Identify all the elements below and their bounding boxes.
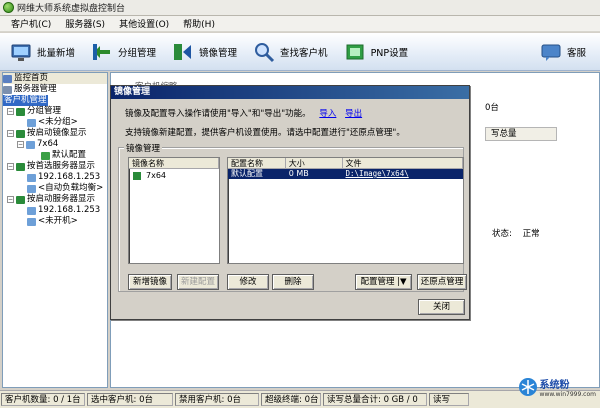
tree-item-server-ip[interactable]: 192.168.1.253 bbox=[27, 172, 100, 183]
support-icon bbox=[540, 41, 562, 63]
toolbar: 批量新增 分组管理 镜像管理 查找客户机 PNP设置 客服 bbox=[0, 33, 600, 71]
navigation-tree: 监控首页 服务器管理 客户机管理 − 分组管理 <未分组> − 按启动镜像显示 … bbox=[2, 72, 108, 388]
batch-add-button[interactable]: 批量新增 bbox=[4, 37, 81, 67]
tree-item-boot-server-ip[interactable]: 192.168.1.253 bbox=[27, 205, 100, 216]
window-title: 网维大师系统虚拟盘控制台 bbox=[17, 4, 126, 14]
tree-item-not-booted[interactable]: <未开机> bbox=[27, 216, 78, 227]
pnp-settings-button[interactable]: PNP设置 bbox=[338, 37, 415, 67]
support-button[interactable]: 客服 bbox=[534, 37, 592, 67]
import-link[interactable]: 导入 bbox=[319, 109, 336, 119]
batch-add-icon bbox=[10, 41, 32, 63]
image-list[interactable]: 镜像名称 7x64 bbox=[128, 157, 220, 264]
collapse-icon[interactable]: − bbox=[7, 108, 14, 115]
folder-icon bbox=[27, 118, 36, 127]
status-label: 状态: bbox=[492, 229, 512, 239]
image-manage-button[interactable]: 镜像管理 bbox=[166, 37, 243, 67]
collapse-icon[interactable]: − bbox=[7, 163, 14, 170]
site-watermark: 系统粉 www.win7999.com bbox=[518, 376, 596, 398]
tree-item-group-manage[interactable]: − 分组管理 bbox=[7, 106, 61, 117]
close-button[interactable]: 关闭 bbox=[418, 299, 465, 315]
collapse-icon[interactable]: − bbox=[17, 141, 24, 148]
computer-icon bbox=[27, 206, 36, 215]
image-manage-dialog: 镜像管理 镜像及配置导入操作请使用"导入"和"导出"功能。 导入 导出 支持镜像… bbox=[110, 85, 470, 320]
config-name-header[interactable]: 配置名称 bbox=[228, 158, 286, 168]
menu-other-settings[interactable]: 其他设置(O) bbox=[112, 17, 176, 30]
status-selected-clients: 选中客户机: 0台 bbox=[87, 393, 173, 406]
tree-item-client-manage[interactable]: 客户机管理 bbox=[3, 95, 48, 106]
tree-item-auto-balance[interactable]: <自动负载均衡> bbox=[27, 183, 103, 194]
write-total-header[interactable]: 写总量 bbox=[485, 127, 557, 141]
file-header[interactable]: 文件 bbox=[343, 158, 463, 168]
delete-button[interactable]: 删除 bbox=[272, 274, 314, 290]
tree-item-ungrouped[interactable]: <未分组> bbox=[27, 117, 78, 128]
new-config-button[interactable]: 新建配置 bbox=[177, 274, 219, 290]
image-group-label: 镜像管理 bbox=[124, 142, 163, 154]
export-link[interactable]: 导出 bbox=[345, 109, 362, 119]
size-header[interactable]: 大小 bbox=[286, 158, 343, 168]
status-display: 状态: 正常 bbox=[492, 227, 540, 239]
status-super-terminal: 超级终端: 0台 bbox=[261, 393, 321, 406]
menu-server[interactable]: 服务器(S) bbox=[58, 17, 112, 30]
image-icon bbox=[133, 172, 141, 180]
tree-item-by-boot-image[interactable]: − 按启动镜像显示 bbox=[7, 128, 87, 139]
tree-item-by-boot-server[interactable]: − 按启动服务器显示 bbox=[7, 194, 95, 205]
tree-item-default-config[interactable]: 默认配置 bbox=[41, 150, 86, 161]
new-image-button[interactable]: 新增镜像 bbox=[128, 274, 172, 290]
config-manage-dropdown[interactable]: 配置管理 |▼ bbox=[355, 274, 412, 290]
status-value: 正常 bbox=[522, 229, 540, 239]
dialog-title: 镜像管理 bbox=[111, 86, 469, 99]
pnp-icon bbox=[344, 41, 366, 63]
find-client-button[interactable]: 查找客户机 bbox=[247, 37, 334, 67]
tree-item-server-manage[interactable]: 服务器管理 bbox=[3, 84, 57, 95]
group-manage-button[interactable]: 分组管理 bbox=[85, 37, 162, 67]
tree-item-monitor-home[interactable]: 监控首页 bbox=[3, 73, 107, 84]
group-icon bbox=[91, 41, 113, 63]
snowflake-icon bbox=[518, 378, 537, 396]
monitor-icon bbox=[3, 74, 12, 83]
menu-help[interactable]: 帮助(H) bbox=[176, 17, 222, 30]
status-rw: 读写 bbox=[429, 393, 469, 406]
tree-item-by-preferred-server[interactable]: − 按首选服务器显示 bbox=[7, 161, 95, 172]
image-manage-icon bbox=[172, 41, 194, 63]
image-name-header[interactable]: 镜像名称 bbox=[129, 158, 219, 168]
disk-icon bbox=[26, 140, 35, 149]
app-icon bbox=[3, 2, 14, 13]
watermark-text: 系统粉 bbox=[539, 380, 570, 391]
config-list[interactable]: 配置名称 大小 文件 默认配置 0 MB D:\Image\7x64\ bbox=[227, 157, 464, 264]
list-item[interactable]: 7x64 bbox=[129, 171, 219, 181]
find-client-icon bbox=[253, 41, 275, 63]
dialog-info-line-1: 镜像及配置导入操作请使用"导入"和"导出"功能。 导入 导出 bbox=[125, 109, 363, 119]
menu-bar: 客户机(C) 服务器(S) 其他设置(O) 帮助(H) bbox=[0, 16, 600, 32]
status-bar: 客户机数量: 0 / 1台 选中客户机: 0台 禁用客户机: 0台 超级终端: … bbox=[0, 390, 600, 408]
collapse-icon[interactable]: − bbox=[7, 130, 14, 137]
status-rw-total: 读写总量合计: 0 GB / 0 GB bbox=[323, 393, 427, 406]
server-icon bbox=[16, 195, 25, 204]
table-row[interactable]: 默认配置 0 MB D:\Image\7x64\ bbox=[228, 169, 463, 179]
server-icon bbox=[16, 162, 25, 171]
status-client-count: 客户机数量: 0 / 1台 bbox=[1, 393, 85, 406]
title-bar: 网维大师系统虚拟盘控制台 bbox=[0, 0, 600, 16]
watermark-url: www.win7999.com bbox=[539, 391, 596, 398]
computer-icon bbox=[27, 173, 36, 182]
restore-point-button[interactable]: 还原点管理 bbox=[417, 274, 467, 290]
computer-icon bbox=[27, 217, 36, 226]
group-icon bbox=[16, 107, 25, 116]
image-icon bbox=[16, 129, 25, 138]
server-icon bbox=[3, 85, 12, 94]
status-disabled-clients: 禁用客户机: 0台 bbox=[175, 393, 259, 406]
collapse-icon[interactable]: − bbox=[7, 196, 14, 203]
computer-icon bbox=[27, 184, 36, 193]
modify-button[interactable]: 修改 bbox=[227, 274, 269, 290]
client-count-text: 0台 bbox=[485, 103, 499, 113]
arrow-right-icon bbox=[41, 151, 50, 160]
menu-client[interactable]: 客户机(C) bbox=[4, 17, 58, 30]
tree-item-image-7x64[interactable]: − 7x64 bbox=[17, 139, 58, 150]
dialog-info-line-2: 支持镜像新建配置，提供客户机设置使用。请选中配置进行"还原点管理"。 bbox=[125, 128, 405, 138]
